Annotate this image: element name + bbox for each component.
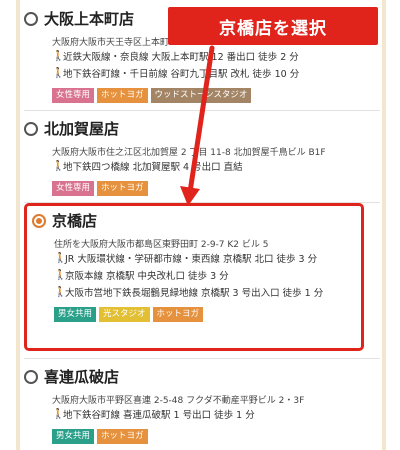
annotation-callout: 京橋店を選択	[168, 7, 378, 45]
arrow-down-icon	[180, 45, 215, 206]
